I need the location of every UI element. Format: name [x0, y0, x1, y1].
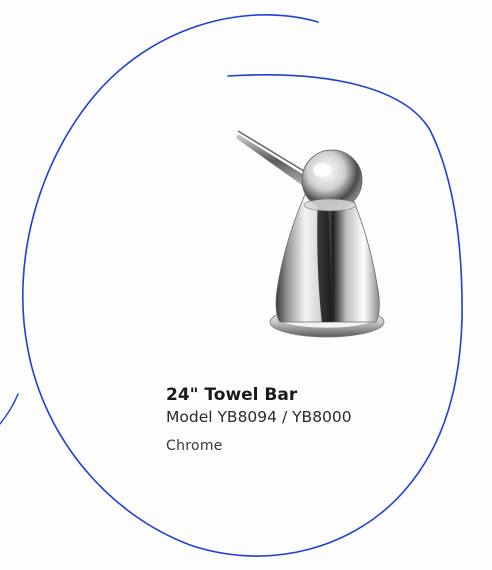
catalog-page: 24" Towel Bar Model YB8094 / YB8000 Chro… [0, 0, 492, 570]
page-artwork [0, 14, 463, 557]
towel-bar-post-photo [236, 130, 385, 338]
hand-drawn-ink-loop-icon [0, 14, 463, 557]
product-caption: 24" Towel Bar Model YB8094 / YB8000 Chro… [166, 384, 466, 456]
model-number: Model YB8094 / YB8000 [166, 408, 352, 426]
finish-label: Chrome [166, 438, 223, 454]
product-name: 24" Towel Bar [166, 385, 298, 405]
